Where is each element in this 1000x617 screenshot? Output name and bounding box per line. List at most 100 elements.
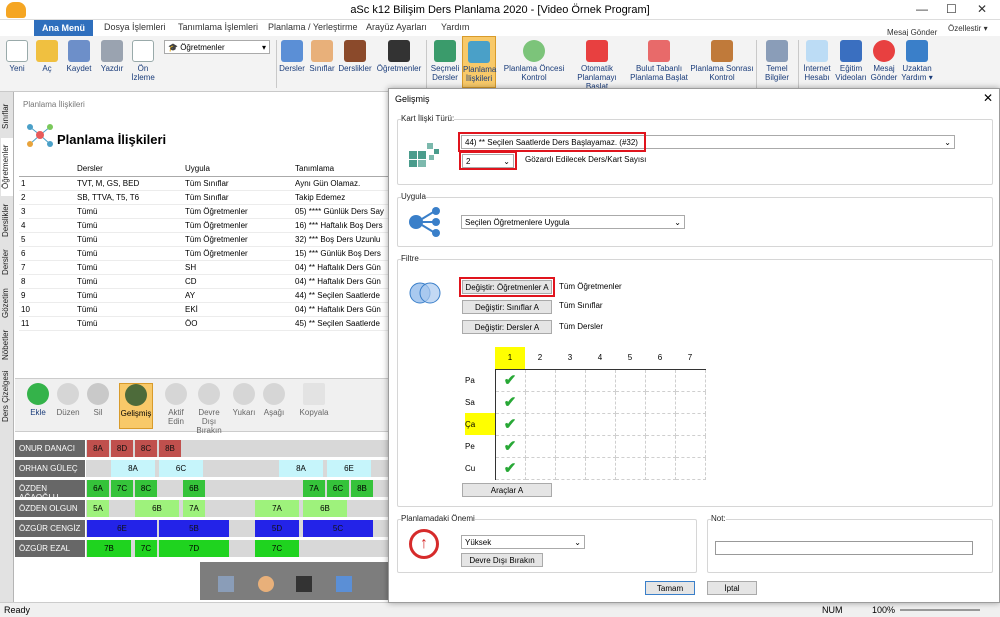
time-slot[interactable] (524, 368, 556, 392)
building-icon[interactable] (218, 576, 234, 592)
schedule-card[interactable]: 7A (183, 500, 205, 517)
classrooms-button[interactable]: Derslikler (338, 36, 372, 73)
schedule-card[interactable]: 6E (327, 460, 371, 477)
side-tab-classes[interactable]: Sınıflar (1, 96, 13, 136)
tutorials-button[interactable]: Eğitim Videoları (834, 36, 868, 82)
planning-relations-button[interactable]: Planlama İlişkileri (462, 36, 496, 88)
day-header[interactable]: Pa (465, 369, 495, 391)
customize-link[interactable]: Özellestir ▾ (948, 24, 988, 33)
period-header[interactable]: 1 (495, 347, 525, 370)
print-button[interactable]: Yazdır (98, 36, 126, 73)
schedule-card[interactable]: 8A (279, 460, 323, 477)
time-slot[interactable]: ✔ (494, 390, 526, 414)
tab-help[interactable]: Yardım (441, 22, 469, 32)
schedule-card[interactable]: 5B (159, 520, 229, 537)
table-row[interactable]: 8 Tümü CD 04) ** Haftalık Ders Gün (19, 274, 388, 289)
time-slot[interactable] (584, 368, 616, 392)
classes-button[interactable]: Sınıflar (308, 36, 336, 73)
ok-button[interactable]: Tamam (645, 581, 695, 595)
time-slot[interactable] (524, 412, 556, 436)
pre-check-button[interactable]: Planlama Öncesi Kontrol (502, 36, 566, 82)
lessons-icon[interactable] (336, 576, 352, 592)
time-slot[interactable] (674, 368, 706, 392)
schedule-card[interactable]: 7A (303, 480, 325, 497)
move-up-button[interactable]: Yukarı (229, 383, 259, 417)
time-slot[interactable] (524, 434, 556, 458)
schedule-card[interactable]: 7D (159, 540, 229, 557)
time-slot[interactable] (554, 412, 586, 436)
edit-button[interactable]: Düzen (53, 383, 83, 417)
delete-button[interactable]: Sil (83, 383, 113, 417)
preview-button[interactable]: Ön İzleme (130, 36, 156, 82)
change-lessons-button[interactable]: Değiştir: Dersler A (462, 320, 552, 334)
time-slot[interactable]: ✔ (494, 412, 526, 436)
schedule-card[interactable]: 7B (87, 540, 131, 557)
note-input[interactable] (715, 541, 973, 555)
table-row[interactable]: 5 Tümü Tüm Öğretmenler 32) *** Boş Ders Uzu… (19, 232, 388, 247)
col-definition[interactable]: Tanımlama (293, 162, 388, 177)
schedule-card[interactable]: 6B (135, 500, 179, 517)
schedule-card[interactable]: 8C (135, 480, 157, 497)
time-slot[interactable] (584, 434, 616, 458)
time-slot[interactable] (584, 390, 616, 414)
schedule-card[interactable]: 5A (87, 500, 109, 517)
time-slot[interactable] (644, 412, 676, 436)
schedule-card[interactable]: 5C (303, 520, 373, 537)
time-slot[interactable] (614, 390, 646, 414)
table-row[interactable]: 4 Tümü Tüm Öğretmenler 16) *** Haftalık Boş… (19, 218, 388, 233)
time-slot[interactable] (554, 368, 586, 392)
schedule-card[interactable]: 8B (351, 480, 373, 497)
schedule-card[interactable]: 6B (183, 480, 205, 497)
schedule-card[interactable]: 8B (159, 440, 181, 457)
save-button[interactable]: Kaydet (64, 36, 94, 73)
period-header[interactable]: 2 (525, 347, 555, 370)
tab-definitions[interactable]: Tanımlama İşlemleri (178, 22, 258, 32)
minimize-icon[interactable]: — (916, 2, 928, 16)
new-button[interactable]: Yeni (4, 36, 30, 73)
time-slot[interactable] (644, 456, 676, 480)
col-lessons[interactable]: Dersler (75, 162, 183, 177)
tab-file[interactable]: Dosya İşlemleri (104, 22, 166, 32)
lessons-button[interactable]: Dersler (278, 36, 306, 73)
table-row[interactable]: 1 TVT, M, GS, BED Tüm Sınıflar Aynı Gün Ola… (19, 176, 388, 191)
auto-plan-button[interactable]: Otomatik Planlamayı Başlat (566, 36, 628, 91)
time-slot[interactable] (644, 390, 676, 414)
table-row[interactable]: 2 SB, TTVA, T5, T6 Tüm Sınıflar Takip Edeme… (19, 190, 388, 205)
schedule-card[interactable]: 6A (87, 480, 109, 497)
schedule-card[interactable]: 6C (327, 480, 349, 497)
side-tab-lessons[interactable]: Dersler (1, 244, 13, 280)
time-slot[interactable] (674, 390, 706, 414)
person-icon[interactable] (258, 576, 274, 592)
importance-select[interactable]: Yüksek ⌄ (461, 535, 585, 549)
advanced-button[interactable]: Gelişmiş (119, 383, 153, 429)
graduation-cap-icon[interactable] (296, 576, 312, 592)
period-header[interactable]: 6 (645, 347, 675, 370)
period-header[interactable]: 4 (585, 347, 615, 370)
side-tab-schedule[interactable]: Ders Çizelgesi (1, 366, 13, 426)
table-row[interactable]: 6 Tümü Tüm Öğretmenler 15) *** Günlük Boş D… (19, 246, 388, 261)
dialog-close-icon[interactable]: ✕ (983, 91, 993, 105)
side-tab-classrooms[interactable]: Derslikler (1, 198, 13, 242)
col-index[interactable] (19, 162, 75, 177)
side-tab-duties[interactable]: Nöbetler (1, 326, 13, 364)
maximize-icon[interactable]: ☐ (946, 2, 957, 16)
time-slot[interactable] (584, 412, 616, 436)
internet-account-button[interactable]: İnternet Hesabı (800, 36, 834, 82)
time-slot[interactable]: ✔ (494, 434, 526, 458)
zoom-slider[interactable] (900, 609, 980, 611)
day-header[interactable]: Sa (465, 391, 495, 413)
time-slot[interactable] (644, 368, 676, 392)
col-apply[interactable]: Uygula (183, 162, 293, 177)
table-row[interactable]: 3 Tümü Tüm Öğretmenler 05) **** Günlük Ders… (19, 204, 388, 219)
table-row[interactable]: 7 Tümü SH 04) ** Haftalık Ders Gün (19, 260, 388, 275)
disable-button[interactable]: Devre Dışı Bırakın (191, 383, 227, 435)
change-classes-button[interactable]: Değiştir: Sınıflar A (462, 300, 552, 314)
tab-planning[interactable]: Planlama / Yerleştirme (268, 22, 358, 32)
side-tab-supervision[interactable]: Gözetim (1, 282, 13, 324)
period-header[interactable]: 5 (615, 347, 645, 370)
tools-button[interactable]: Araçlar A (462, 483, 552, 497)
schedule-card[interactable]: 6E (87, 520, 157, 537)
table-row[interactable]: 10 Tümü EKİ 04) ** Haftalık Ders Gün (19, 302, 388, 317)
enable-button[interactable]: Aktif Edin (161, 383, 191, 426)
time-slot[interactable] (524, 456, 556, 480)
